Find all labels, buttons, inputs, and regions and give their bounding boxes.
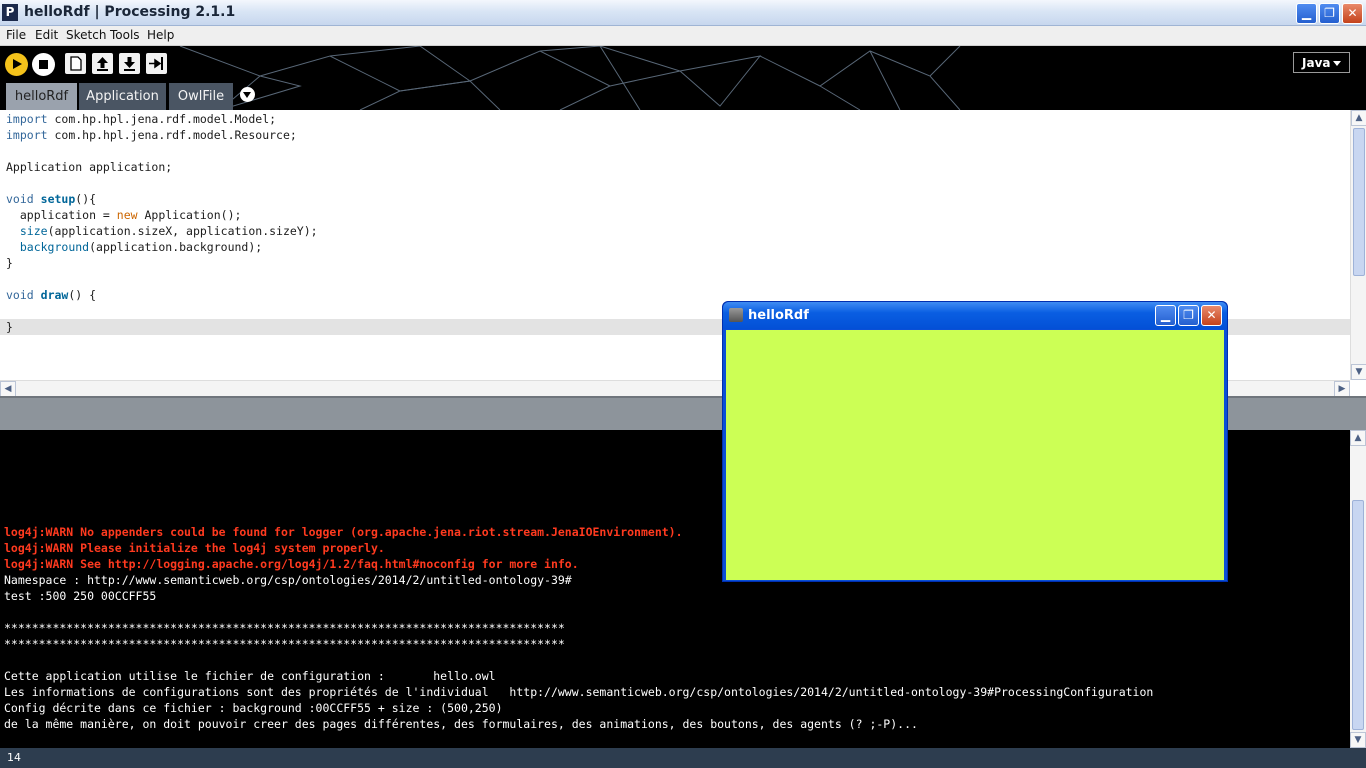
scroll-thumb[interactable] bbox=[1353, 128, 1365, 276]
console-line: ****************************************… bbox=[4, 637, 565, 651]
console-vertical-scrollbar[interactable]: ▲ ▼ bbox=[1350, 430, 1366, 748]
line-number: 14 bbox=[7, 751, 21, 764]
menu-sketch[interactable]: Sketch bbox=[66, 28, 106, 42]
sketch-window-title: helloRdf bbox=[748, 308, 809, 323]
sketch-close-button[interactable]: ✕ bbox=[1201, 305, 1222, 326]
new-button[interactable] bbox=[65, 53, 86, 74]
stop-button[interactable] bbox=[32, 53, 55, 76]
export-button[interactable] bbox=[146, 53, 167, 74]
code-line: application = new Application(); bbox=[6, 208, 242, 222]
scroll-down-icon[interactable]: ▼ bbox=[1350, 732, 1366, 748]
scroll-up-icon[interactable]: ▲ bbox=[1350, 430, 1366, 446]
chevron-down-icon bbox=[1333, 61, 1341, 66]
maximize-button[interactable]: ❐ bbox=[1319, 3, 1340, 24]
sketch-title-bar[interactable]: helloRdf ▁ ❐ ✕ bbox=[723, 302, 1227, 329]
open-icon bbox=[97, 57, 108, 71]
menu-help[interactable]: Help bbox=[147, 28, 174, 42]
open-button[interactable] bbox=[92, 53, 113, 74]
code-line: void setup(){ bbox=[6, 192, 97, 206]
menu-edit[interactable]: Edit bbox=[35, 28, 58, 42]
console-line: Les informations de configurations sont … bbox=[4, 685, 1154, 699]
new-icon bbox=[70, 56, 82, 71]
java-app-icon bbox=[729, 308, 743, 322]
scroll-up-icon[interactable]: ▲ bbox=[1351, 110, 1366, 126]
tab-application[interactable]: Application bbox=[79, 83, 166, 110]
console-line: Config décrite dans ce fichier : backgro… bbox=[4, 701, 503, 715]
code-line: } bbox=[6, 320, 13, 334]
toolbar: Java helloRdf Application OwlFile bbox=[0, 46, 1366, 110]
sketch-canvas[interactable] bbox=[726, 330, 1224, 580]
export-icon bbox=[149, 57, 163, 70]
menu-bar: File Edit Sketch Tools Help bbox=[0, 26, 1366, 46]
processing-logo-icon: P bbox=[2, 4, 18, 21]
save-button[interactable] bbox=[119, 53, 140, 74]
console-line: ****************************************… bbox=[4, 621, 565, 635]
code-line: void draw() { bbox=[6, 288, 97, 302]
console-line: log4j:WARN No appenders could be found f… bbox=[4, 525, 683, 539]
code-line: import com.hp.hpl.jena.rdf.model.Model; bbox=[6, 112, 277, 126]
console-line: Cette application utilise le fichier de … bbox=[4, 669, 496, 683]
run-button[interactable] bbox=[5, 53, 28, 76]
scroll-left-icon[interactable]: ◀ bbox=[0, 381, 16, 397]
console-line: de la même manière, on doit pouvoir cree… bbox=[4, 717, 918, 731]
sketch-maximize-button[interactable]: ❐ bbox=[1178, 305, 1199, 326]
menu-file[interactable]: File bbox=[6, 28, 26, 42]
title-bar[interactable]: P helloRdf | Processing 2.1.1 ▁ ❐ ✕ bbox=[0, 0, 1366, 26]
code-line: Application application; bbox=[6, 160, 173, 174]
console-line: Namespace : http://www.semanticweb.org/c… bbox=[4, 573, 572, 587]
sketch-window[interactable]: helloRdf ▁ ❐ ✕ bbox=[722, 301, 1228, 582]
code-line: import com.hp.hpl.jena.rdf.model.Resourc… bbox=[6, 128, 297, 142]
sketch-minimize-button[interactable]: ▁ bbox=[1155, 305, 1176, 326]
code-line: background(application.background); bbox=[19, 240, 263, 254]
close-button[interactable]: ✕ bbox=[1342, 3, 1363, 24]
window-title: helloRdf | Processing 2.1.1 bbox=[24, 4, 236, 20]
save-icon bbox=[124, 57, 135, 71]
scroll-right-icon[interactable]: ▶ bbox=[1334, 381, 1350, 397]
tab-hellordf[interactable]: helloRdf bbox=[6, 83, 77, 110]
minimize-button[interactable]: ▁ bbox=[1296, 3, 1317, 24]
mode-label: Java bbox=[1302, 56, 1331, 70]
mode-selector[interactable]: Java bbox=[1293, 52, 1350, 73]
tab-owlfile[interactable]: OwlFile bbox=[169, 83, 233, 110]
tab-menu-button[interactable] bbox=[240, 87, 255, 102]
console-line: test :500 250 00CCFF55 bbox=[4, 589, 157, 603]
status-bar: 14 bbox=[0, 748, 1366, 768]
scroll-down-icon[interactable]: ▼ bbox=[1351, 364, 1366, 380]
code-line: size(application.sizeX, application.size… bbox=[19, 224, 318, 238]
console-line: log4j:WARN Please initialize the log4j s… bbox=[4, 541, 385, 555]
menu-tools[interactable]: Tools bbox=[110, 28, 140, 42]
console-line: log4j:WARN See http://logging.apache.org… bbox=[4, 557, 579, 571]
scroll-thumb[interactable] bbox=[1352, 500, 1364, 730]
editor-vertical-scrollbar[interactable]: ▲ ▼ bbox=[1350, 110, 1366, 380]
code-line: } bbox=[6, 256, 13, 270]
